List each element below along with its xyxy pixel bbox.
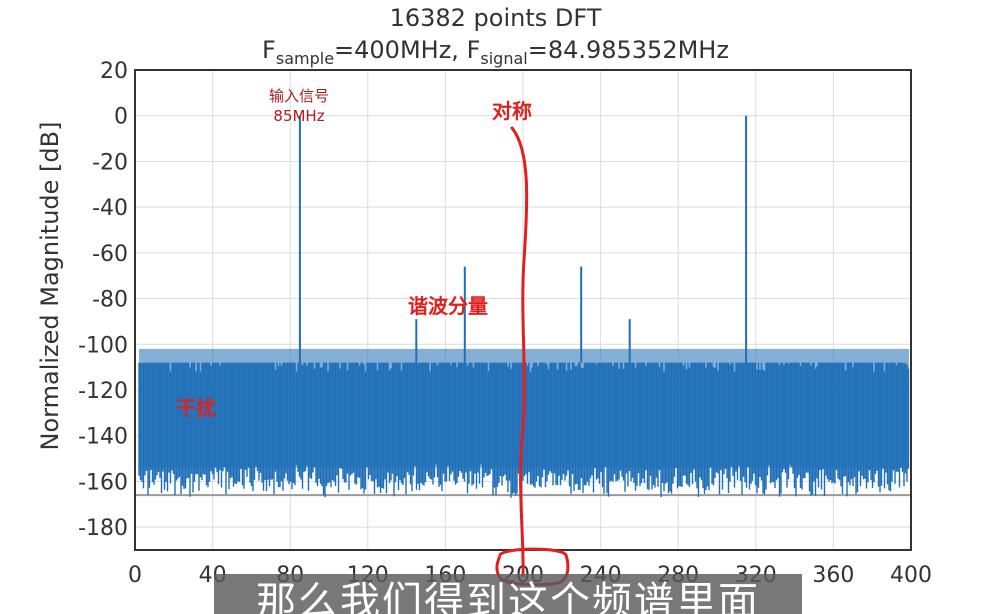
y-tick-label: -140 — [78, 425, 128, 450]
symmetry-label: 对称 — [492, 99, 532, 123]
input-signal-label: 输入信号 — [269, 87, 329, 105]
y-tick-label: -60 — [92, 242, 128, 267]
harmonics-label: 谐波分量 — [408, 294, 488, 318]
y-tick-label: -180 — [78, 516, 128, 541]
x-tick-label: 360 — [812, 563, 854, 588]
input-frequency-label: 85MHz — [273, 107, 324, 125]
y-tick-label: -20 — [92, 150, 128, 175]
y-tick-label: -100 — [78, 333, 128, 358]
spectrum-chart: 04080120160200240280320360400200-20-40-6… — [78, 59, 932, 588]
y-tick-label: 20 — [100, 59, 128, 84]
y-tick-label: -160 — [78, 470, 128, 495]
y-tick-label: -80 — [92, 288, 128, 313]
y-tick-label: 0 — [114, 105, 128, 130]
interference-label: 干扰 — [176, 396, 216, 420]
y-tick-label: -120 — [78, 379, 128, 404]
video-caption: 那么我们得到这个频谱里面 — [214, 574, 802, 614]
x-tick-label: 0 — [128, 563, 142, 588]
y-tick-label: -40 — [92, 196, 128, 221]
x-tick-label: 400 — [890, 563, 932, 588]
